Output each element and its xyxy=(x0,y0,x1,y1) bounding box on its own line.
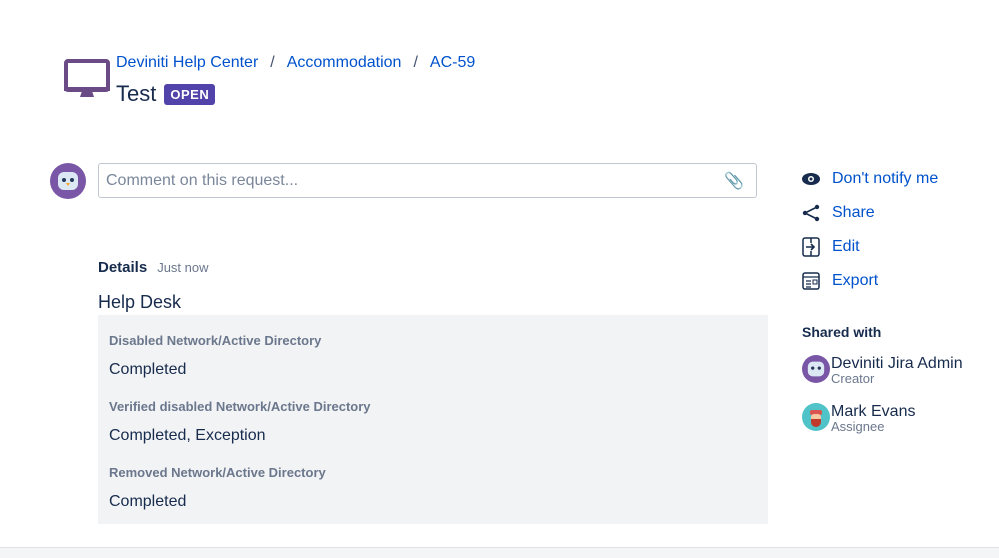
breadcrumb-accommodation[interactable]: Accommodation xyxy=(287,54,402,71)
eye-icon xyxy=(802,170,820,188)
shared-person: Mark Evans Assignee xyxy=(802,403,915,433)
breadcrumb-separator: / xyxy=(270,54,275,71)
edit-button[interactable]: Edit xyxy=(802,237,860,257)
edit-icon xyxy=(802,237,820,257)
person-name: Deviniti Jira Admin xyxy=(831,355,963,372)
person-role: Creator xyxy=(831,371,875,386)
breadcrumb-issue-key[interactable]: AC-59 xyxy=(430,54,475,71)
export-label[interactable]: Export xyxy=(832,272,878,290)
shared-person: Deviniti Jira Admin Creator xyxy=(802,355,963,385)
field-value: Completed xyxy=(109,493,187,510)
edit-label[interactable]: Edit xyxy=(832,238,860,256)
details-label: Details xyxy=(98,259,148,276)
person-role: Assignee xyxy=(831,419,885,434)
dont-notify-button[interactable]: Don't notify me xyxy=(802,170,938,188)
breadcrumb-help-center[interactable]: Deviniti Help Center xyxy=(116,54,258,71)
field-label: Verified disabled Network/Active Directo… xyxy=(109,399,371,414)
breadcrumb-separator: / xyxy=(413,54,418,71)
field-label: Removed Network/Active Directory xyxy=(109,465,326,480)
details-time: Just now xyxy=(157,260,209,275)
export-icon xyxy=(802,272,820,290)
share-button[interactable]: Share xyxy=(802,204,875,222)
paperclip-icon[interactable]: 📎 xyxy=(724,171,744,191)
details-header: Details Just now xyxy=(98,259,209,276)
status-badge: OPEN xyxy=(164,83,216,105)
share-label[interactable]: Share xyxy=(832,204,875,222)
share-icon xyxy=(802,204,820,222)
avatar xyxy=(802,403,830,431)
avatar xyxy=(802,355,830,383)
footer-divider xyxy=(0,547,999,558)
dont-notify-label[interactable]: Don't notify me xyxy=(832,170,938,188)
breadcrumb: Deviniti Help Center / Accommodation / AC-59 xyxy=(116,54,475,72)
form-title: Help Desk xyxy=(98,292,182,312)
field-value: Completed, Exception xyxy=(109,427,266,444)
service-desk-icon xyxy=(64,59,110,106)
field-value: Completed xyxy=(109,361,187,378)
field-label: Disabled Network/Active Directory xyxy=(109,333,322,348)
comment-input[interactable]: Comment on this request... 📎 xyxy=(98,163,757,198)
person-name: Mark Evans xyxy=(831,403,916,420)
request-header: Test OPEN xyxy=(116,81,216,107)
shared-with-heading: Shared with xyxy=(802,324,882,340)
page-title: Test xyxy=(116,81,157,106)
export-button[interactable]: Export xyxy=(802,272,878,290)
details-panel: Disabled Network/Active Directory Comple… xyxy=(98,315,768,524)
comment-placeholder: Comment on this request... xyxy=(106,172,299,189)
user-avatar xyxy=(50,163,86,199)
